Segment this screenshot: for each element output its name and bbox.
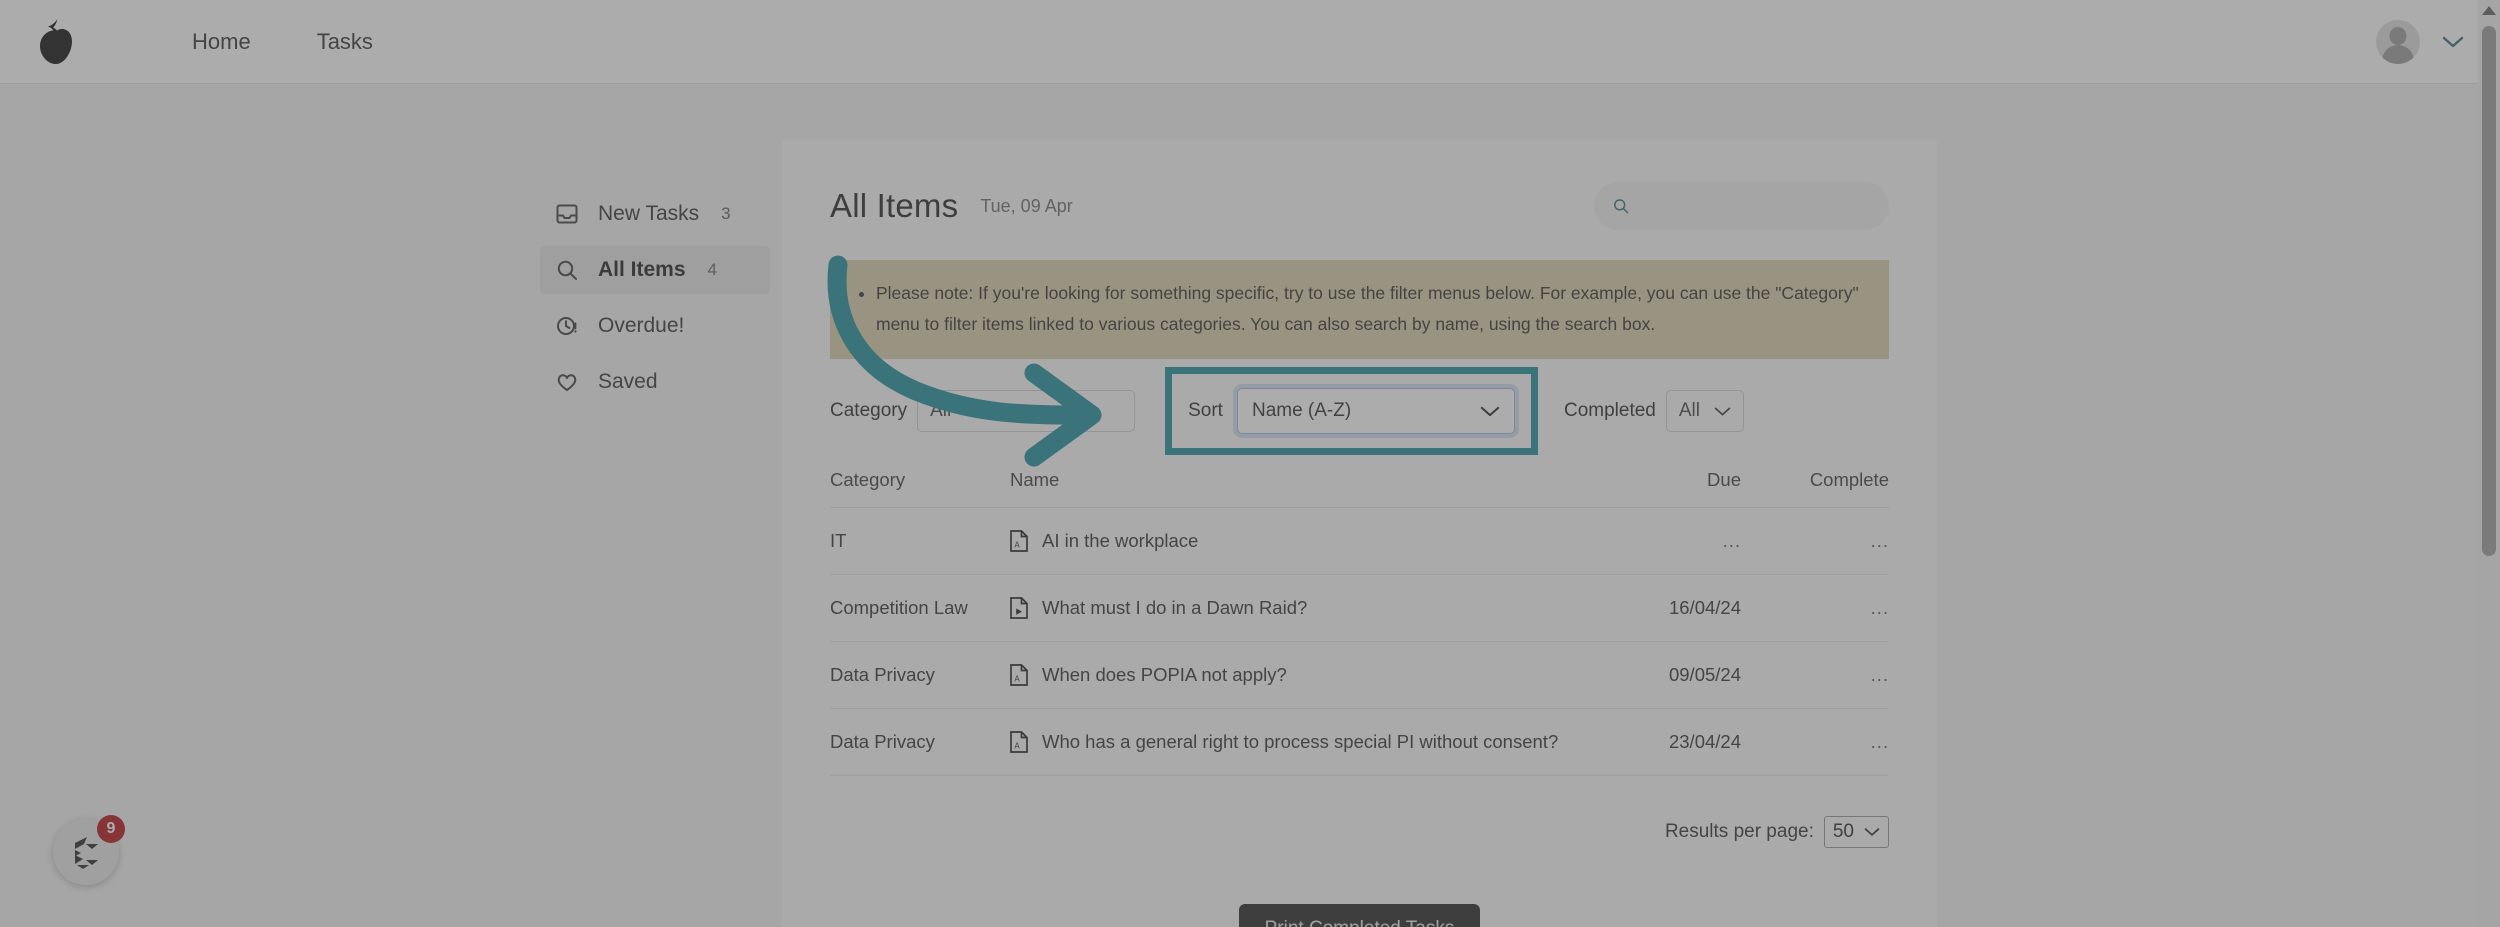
search-icon — [1614, 199, 1629, 214]
row-name[interactable]: AI in the workplace — [1042, 530, 1198, 552]
sidebar-item-count: 3 — [721, 204, 731, 223]
pear-logo-icon — [40, 18, 72, 64]
sidebar-item-count: 4 — [707, 260, 717, 279]
search-input[interactable] — [1641, 195, 1871, 217]
heart-icon — [554, 369, 580, 395]
completed-filter-value: All — [1678, 400, 1700, 422]
clock-alert-icon — [554, 313, 580, 339]
sidebar-navigation: New Tasks 3 All Items 4 Overdue! Saved — [540, 190, 770, 414]
column-header-category: Category — [830, 459, 1010, 509]
notice-text: Please note: If you're looking for somet… — [876, 278, 1863, 339]
notice-banner: Please note: If you're looking for somet… — [830, 260, 1889, 360]
results-per-page-select[interactable]: 50 — [1823, 816, 1889, 849]
column-header-due: Due — [1619, 459, 1769, 509]
print-button-container: Print Completed Tasks — [782, 904, 1937, 927]
row-due: 09/05/24 — [1619, 641, 1769, 710]
chevron-down-icon — [1480, 405, 1500, 418]
sidebar-item-label: All Items — [598, 258, 686, 281]
nav-link-home[interactable]: Home — [178, 21, 265, 63]
row-name[interactable]: When does POPIA not apply? — [1042, 664, 1287, 686]
app-logo[interactable] — [8, 18, 104, 65]
sort-control-highlight: Sort Name (A-Z) — [1165, 367, 1538, 456]
chevron-down-icon — [1864, 827, 1880, 837]
table-row[interactable]: Data Privacy A Who has a general right t… — [830, 708, 1889, 777]
row-category: Competition Law — [830, 574, 1010, 643]
content-card: All Items Tue, 09 Apr Please note: If yo… — [782, 140, 1937, 927]
svg-text:A: A — [1014, 675, 1020, 684]
row-category: Data Privacy — [830, 708, 1010, 777]
nav-link-tasks[interactable]: Tasks — [303, 21, 387, 63]
video-document-icon — [1010, 597, 1028, 620]
page-date: Tue, 09 Apr — [980, 195, 1073, 216]
top-navigation-bar: Home Tasks — [0, 0, 2500, 84]
category-filter-select[interactable]: All — [917, 390, 1136, 433]
pdf-document-icon: A — [1010, 731, 1028, 754]
filter-bar: Category All Sort Name (A-Z) Completed A… — [782, 359, 1937, 456]
row-complete[interactable]: ... — [1769, 507, 1889, 576]
app-root: Home Tasks New Tasks 3 All Items 4 Overd… — [0, 0, 2500, 927]
table-row[interactable]: Data Privacy A When does POPIA not apply… — [830, 641, 1889, 710]
items-table: Category Name Due Complete IT A AI in th… — [782, 459, 1937, 777]
category-filter-label: Category — [830, 400, 908, 422]
sidebar-item-saved[interactable]: Saved — [540, 358, 770, 406]
chat-unread-badge: 9 — [97, 815, 125, 843]
column-header-name: Name — [1010, 459, 1619, 509]
table-header-row: Category Name Due Complete — [830, 459, 1889, 509]
sort-filter-value: Name (A-Z) — [1251, 400, 1352, 422]
inbox-icon — [554, 201, 580, 227]
pdf-document-icon: A — [1010, 530, 1028, 553]
pdf-document-icon: A — [1010, 664, 1028, 687]
row-category: Data Privacy — [830, 641, 1010, 710]
results-per-page-label: Results per page: — [1664, 821, 1814, 843]
row-due: 23/04/24 — [1619, 708, 1769, 777]
table-row[interactable]: Competition Law What must I do in a Dawn… — [830, 574, 1889, 643]
chevron-down-icon — [1714, 406, 1731, 417]
sidebar-item-label: Saved — [598, 370, 658, 393]
row-category: IT — [830, 507, 1010, 576]
sidebar-item-new-tasks[interactable]: New Tasks 3 — [540, 190, 770, 238]
card-header: All Items Tue, 09 Apr — [782, 140, 1937, 230]
svg-text:A: A — [1014, 541, 1020, 550]
completed-filter-select[interactable]: All — [1665, 390, 1744, 433]
page-scrollbar[interactable] — [2478, 0, 2500, 927]
page-title: All Items — [830, 187, 959, 224]
row-due: ... — [1619, 507, 1769, 576]
row-name[interactable]: What must I do in a Dawn Raid? — [1042, 597, 1307, 619]
row-complete[interactable]: ... — [1769, 574, 1889, 643]
column-header-complete: Complete — [1769, 459, 1889, 509]
row-complete[interactable]: ... — [1769, 641, 1889, 710]
chevron-down-icon[interactable] — [2442, 35, 2464, 49]
sidebar-item-label: New Tasks — [598, 202, 700, 225]
row-name[interactable]: Who has a general right to process speci… — [1042, 731, 1558, 753]
scroll-up-arrow-icon[interactable] — [2482, 6, 2496, 15]
sort-filter-label: Sort — [1188, 400, 1223, 422]
sidebar-item-label: Overdue! — [598, 314, 685, 337]
sort-filter-select[interactable]: Name (A-Z) — [1236, 388, 1515, 435]
scrollbar-thumb[interactable] — [2482, 26, 2496, 556]
completed-filter-label: Completed — [1563, 400, 1656, 422]
row-complete[interactable]: ... — [1769, 708, 1889, 777]
chat-launcher-button[interactable]: 9 — [53, 815, 125, 885]
avatar-icon[interactable] — [2376, 19, 2420, 64]
results-per-page-value: 50 — [1832, 821, 1854, 843]
chat-launcher-icon — [75, 837, 98, 869]
sidebar-item-overdue[interactable]: Overdue! — [540, 302, 770, 350]
table-row[interactable]: IT A AI in the workplace ... ... — [830, 507, 1889, 576]
search-icon — [554, 257, 580, 283]
sidebar-item-all-items[interactable]: All Items 4 — [540, 246, 770, 294]
category-filter-value: All — [930, 400, 952, 422]
row-due: 16/04/24 — [1619, 574, 1769, 643]
nav-links: Home Tasks — [140, 21, 387, 63]
svg-text:A: A — [1014, 742, 1020, 751]
results-per-page: Results per page: 50 — [782, 776, 1937, 849]
print-completed-tasks-button[interactable]: Print Completed Tasks — [1238, 904, 1481, 927]
search-box[interactable] — [1594, 182, 1889, 230]
